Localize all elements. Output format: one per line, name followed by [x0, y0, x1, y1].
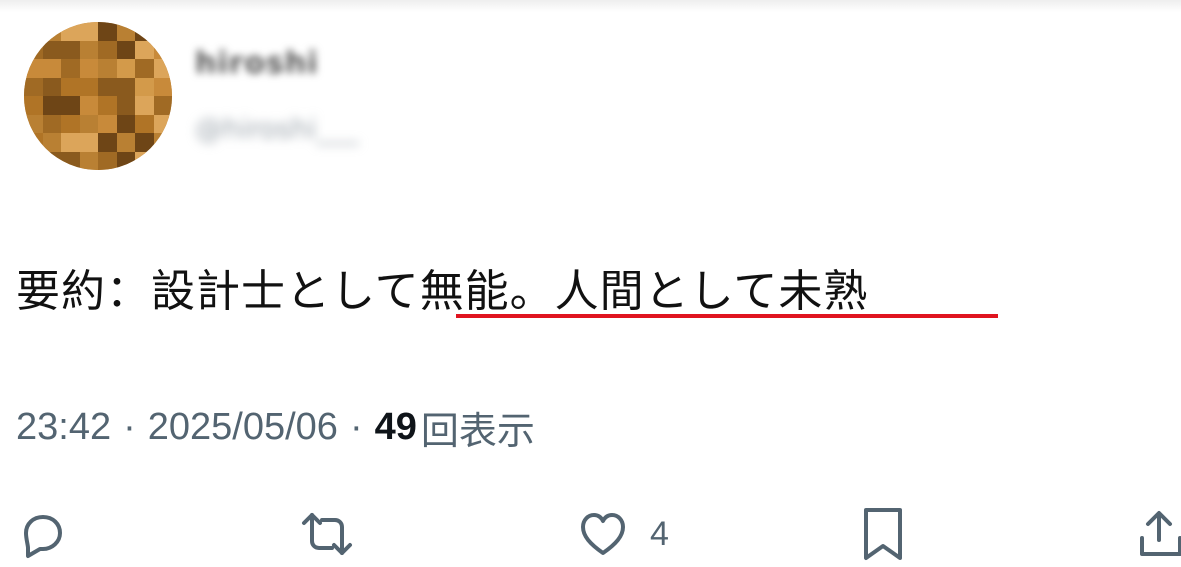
- avatar-pixel: [153, 40, 172, 59]
- author-handle[interactable]: @hiroshi___: [195, 112, 359, 150]
- red-underline-annotation: [456, 314, 998, 318]
- meta-separator: ·: [349, 405, 363, 448]
- action-bar: 4: [0, 500, 1181, 567]
- tweet-meta: 23:42 · 2025/05/06 · 49 回表示: [16, 402, 535, 453]
- avatar-pixel: [116, 59, 135, 78]
- avatar-pixel: [42, 133, 61, 152]
- avatar-pixel: [135, 59, 154, 78]
- avatar-pixel: [24, 40, 43, 59]
- avatar-pixel: [61, 133, 80, 152]
- avatar-pixel: [79, 59, 98, 78]
- avatar-pixel: [116, 133, 135, 152]
- avatar-pixel: [24, 77, 43, 96]
- avatar-pixel: [24, 133, 43, 152]
- avatar-mosaic: [24, 22, 172, 170]
- avatar-pixel: [42, 151, 61, 170]
- avatar-pixel: [153, 77, 172, 96]
- avatar-pixel: [24, 96, 43, 115]
- avatar-pixel: [79, 133, 98, 152]
- avatar-pixel: [61, 59, 80, 78]
- avatar-pixel: [116, 151, 135, 170]
- avatar-pixel: [24, 114, 43, 133]
- heart-icon: [578, 510, 628, 558]
- avatar-pixel: [79, 40, 98, 59]
- avatar-pixel: [98, 151, 117, 170]
- avatar-pixel: [116, 96, 135, 115]
- share-button[interactable]: [1138, 504, 1181, 564]
- avatar-pixel: [61, 114, 80, 133]
- like-button[interactable]: 4: [578, 504, 669, 564]
- avatar-pixel: [61, 77, 80, 96]
- avatar-pixel: [135, 133, 154, 152]
- reply-button[interactable]: [18, 504, 68, 564]
- bookmark-button[interactable]: [860, 504, 906, 564]
- avatar-pixel: [116, 22, 135, 41]
- top-divider: [0, 0, 1181, 12]
- views-label: 回表示: [420, 410, 535, 453]
- avatar-pixel: [98, 96, 117, 115]
- avatar-pixel: [135, 151, 154, 170]
- avatar-pixel: [42, 22, 61, 41]
- meta-separator: ·: [123, 405, 136, 448]
- avatar-pixel: [116, 114, 135, 133]
- repost-arrows-icon: [300, 509, 354, 559]
- tweet-date[interactable]: 2025/05/06: [148, 406, 338, 449]
- avatar-pixel: [153, 114, 172, 133]
- avatar-pixel: [98, 77, 117, 96]
- avatar-pixel: [135, 114, 154, 133]
- tweet-text: 要約：設計士として無能。人間として未熟: [16, 262, 868, 322]
- avatar-pixel: [135, 96, 154, 115]
- avatar-pixel: [135, 40, 154, 59]
- avatar-pixel: [61, 22, 80, 41]
- avatar-pixel: [24, 151, 43, 170]
- avatar-pixel: [42, 96, 61, 115]
- avatar-pixel: [98, 114, 117, 133]
- avatar-pixel: [98, 59, 117, 78]
- avatar-pixel: [79, 77, 98, 96]
- views-count: 49: [374, 405, 417, 448]
- avatar-pixel: [116, 40, 135, 59]
- avatar-pixel: [135, 22, 154, 41]
- avatar-pixel: [61, 151, 80, 170]
- avatar-pixel: [79, 114, 98, 133]
- avatar-pixel: [153, 59, 172, 78]
- speech-bubble-icon: [18, 509, 68, 559]
- avatar-pixel: [153, 96, 172, 115]
- avatar-pixel: [135, 77, 154, 96]
- bookmark-icon: [860, 506, 906, 562]
- avatar-pixel: [79, 151, 98, 170]
- avatar-pixel: [61, 96, 80, 115]
- author-display-name[interactable]: hiroshi: [195, 46, 319, 84]
- avatar-pixel: [42, 40, 61, 59]
- upload-share-icon: [1138, 508, 1181, 560]
- avatar-pixel: [42, 114, 61, 133]
- avatar-pixel: [153, 151, 172, 170]
- avatar-pixel: [42, 77, 61, 96]
- repost-button[interactable]: [300, 504, 354, 564]
- avatar-pixel: [79, 96, 98, 115]
- like-count: 4: [650, 514, 669, 553]
- avatar-pixel: [61, 40, 80, 59]
- avatar[interactable]: [24, 22, 172, 170]
- tweet-text-highlighted: 無能。人間として未熟: [419, 266, 869, 317]
- tweet-time[interactable]: 23:42: [16, 406, 111, 449]
- avatar-pixel: [42, 59, 61, 78]
- avatar-pixel: [98, 133, 117, 152]
- avatar-pixel: [79, 22, 98, 41]
- avatar-pixel: [153, 22, 172, 41]
- avatar-pixel: [98, 22, 117, 41]
- avatar-pixel: [24, 22, 43, 41]
- avatar-pixel: [98, 40, 117, 59]
- avatar-pixel: [116, 77, 135, 96]
- avatar-pixel: [24, 59, 43, 78]
- tweet-text-start: 要約：設計士として: [16, 266, 420, 317]
- avatar-pixel: [153, 133, 172, 152]
